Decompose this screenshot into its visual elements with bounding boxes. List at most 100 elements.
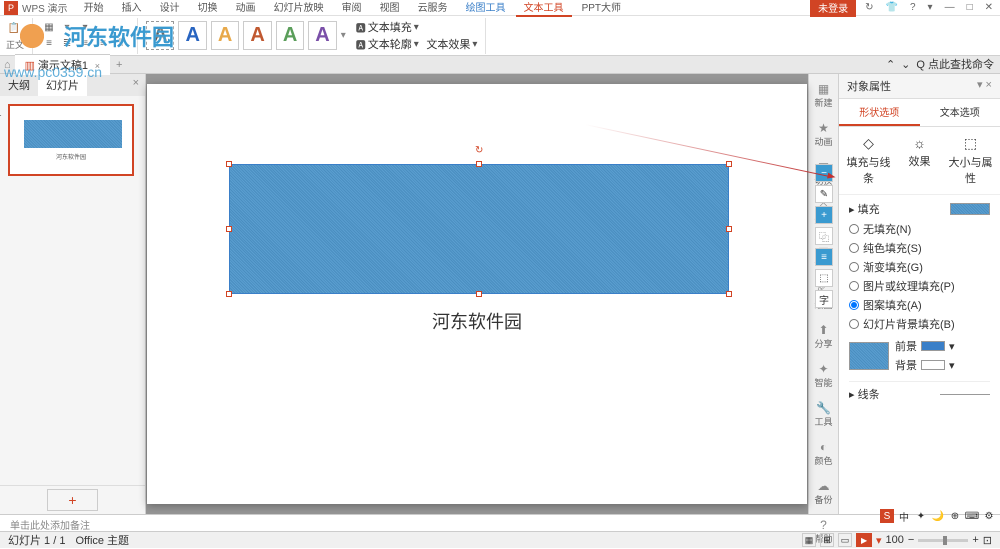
slideshow-button[interactable]: ▶ <box>856 533 872 547</box>
prop-tab-shape[interactable]: 形状选项 <box>839 99 920 126</box>
menu-start[interactable]: 开始 <box>76 0 112 17</box>
menu-insert[interactable]: 插入 <box>114 0 150 17</box>
menu-drawing[interactable]: 绘图工具 <box>458 0 514 17</box>
strip-share[interactable]: ⬆分享 <box>814 319 832 354</box>
help-icon[interactable]: ? <box>907 2 919 13</box>
tray-ime-icon[interactable]: S <box>880 509 894 523</box>
tab-close-icon[interactable]: × <box>95 61 100 71</box>
collapse-icon[interactable]: ⌃ <box>886 58 895 71</box>
doc-tab[interactable]: ▥ 演示文稿1 × <box>15 54 110 75</box>
text-preset-2[interactable]: A <box>178 21 206 50</box>
strip-new[interactable]: ▦新建 <box>814 78 832 113</box>
home-icon[interactable]: ⌂ <box>4 59 11 71</box>
line-section-label[interactable]: ▸ 线条 <box>849 386 880 402</box>
text-preset-4[interactable]: A <box>243 21 271 50</box>
outline-tab[interactable]: 大纲 <box>0 74 38 96</box>
menu-text-tools[interactable]: 文本工具 <box>516 0 572 17</box>
zoom-in-icon[interactable]: + <box>972 534 978 546</box>
close-icon[interactable]: ✕ <box>982 2 996 13</box>
fill-swatch[interactable] <box>950 203 990 215</box>
view-normal-icon[interactable]: ▦ <box>802 533 816 547</box>
strip-color[interactable]: ◐颜色 <box>814 436 832 471</box>
handle-bm[interactable] <box>476 291 482 297</box>
tray-1[interactable]: ✦ <box>914 509 928 523</box>
sync-icon[interactable]: ↻ <box>862 2 876 13</box>
line-preview[interactable] <box>940 394 990 395</box>
radio-gradient[interactable]: 渐变填充(G) <box>849 259 990 275</box>
skin-icon[interactable]: 👕 <box>883 2 901 13</box>
tray-lang-icon[interactable]: 中 <box>897 509 911 523</box>
handle-tm[interactable] <box>476 161 482 167</box>
radio-picture[interactable]: 图片或纹理填充(P) <box>849 278 990 294</box>
subtab-size[interactable]: ⬚大小与属性 <box>947 135 994 186</box>
slide-text[interactable]: 河东软件园 <box>147 308 807 334</box>
float-copy-icon[interactable]: ⿻ <box>815 227 833 245</box>
tray-5[interactable]: ⚙ <box>982 509 996 523</box>
prop-tab-text[interactable]: 文本选项 <box>920 99 1000 126</box>
strip-backup[interactable]: ☁备份 <box>814 475 832 510</box>
slides-tab[interactable]: 幻灯片 <box>38 74 87 96</box>
radio-solid[interactable]: 纯色填充(S) <box>849 240 990 256</box>
prop-close-icon[interactable]: ▾ × <box>977 78 992 94</box>
zoom-out-icon[interactable]: − <box>908 534 914 546</box>
expand-icon[interactable]: ⌄ <box>901 58 910 71</box>
search-input[interactable]: Q 点此查找命令 <box>916 56 994 72</box>
text-fill-button[interactable]: 🅰 文本填充 ▾ <box>356 19 478 35</box>
handle-tr[interactable] <box>726 161 732 167</box>
menu-animation[interactable]: 动画 <box>228 0 264 17</box>
rotate-handle[interactable]: ↻ <box>475 145 483 153</box>
strip-smart[interactable]: ✦智能 <box>814 358 832 393</box>
menu-design[interactable]: 设计 <box>152 0 188 17</box>
tray-4[interactable]: ⌨ <box>965 509 979 523</box>
menu-view[interactable]: 视图 <box>372 0 408 17</box>
tab-add-icon[interactable]: + <box>110 57 128 73</box>
radio-slidebg[interactable]: 幻灯片背景填充(B) <box>849 316 990 332</box>
bg-color-picker[interactable] <box>921 360 945 370</box>
menu-ppt-master[interactable]: PPT大师 <box>574 0 629 17</box>
menu-review[interactable]: 审阅 <box>334 0 370 17</box>
subtab-effect[interactable]: ☼效果 <box>896 135 943 186</box>
slide-canvas[interactable]: ↻ 河东软件园 − ✎ + ⿻ ≡ ⬚ 字 <box>147 84 807 504</box>
fill-section-label[interactable]: ▸ 填充 <box>849 201 880 217</box>
float-plus-icon[interactable]: + <box>815 206 833 224</box>
text-preset-6[interactable]: A <box>308 21 336 50</box>
strip-tools[interactable]: 🔧工具 <box>814 397 832 432</box>
text-outline-button[interactable]: 🅰 文本轮廓 ▾ 文本效果 ▾ <box>356 36 478 52</box>
menu-slideshow[interactable]: 幻灯片放映 <box>266 0 332 17</box>
login-button[interactable]: 未登录 <box>810 0 856 17</box>
handle-mr[interactable] <box>726 226 732 232</box>
selected-shape[interactable]: ↻ <box>229 164 729 294</box>
handle-ml[interactable] <box>226 226 232 232</box>
view-reading-icon[interactable]: ▭ <box>838 533 852 547</box>
canvas-area[interactable]: ↻ 河东软件园 − ✎ + ⿻ ≡ ⬚ 字 <box>146 74 808 514</box>
float-stack-icon[interactable]: ⬚ <box>815 269 833 287</box>
fit-icon[interactable]: ⊡ <box>983 534 992 547</box>
slide-thumbnail-1[interactable]: 1 河东软件园 <box>8 104 134 176</box>
text-preset-1[interactable]: A <box>146 21 174 50</box>
handle-tl[interactable] <box>226 161 232 167</box>
text-preset-3[interactable]: A <box>211 21 239 50</box>
strip-anim[interactable]: ★动画 <box>814 117 832 152</box>
zoom-slider[interactable] <box>918 539 968 542</box>
view-sorter-icon[interactable]: ⊞ <box>820 533 834 547</box>
text-preset-5[interactable]: A <box>276 21 304 50</box>
radio-nofill[interactable]: 无填充(N) <box>849 221 990 237</box>
float-edit-icon[interactable]: ✎ <box>815 185 833 203</box>
pattern-preview[interactable] <box>849 342 889 370</box>
tray-2[interactable]: 🌙 <box>931 509 945 523</box>
handle-br[interactable] <box>726 291 732 297</box>
handle-bl[interactable] <box>226 291 232 297</box>
add-slide-button[interactable]: + <box>0 485 145 514</box>
fg-color-picker[interactable] <box>921 341 945 351</box>
radio-pattern[interactable]: 图案填充(A) <box>849 297 990 313</box>
dropdown-icon[interactable]: ▾ <box>925 2 936 13</box>
float-layer-icon[interactable]: ≡ <box>815 248 833 266</box>
notes-area[interactable]: 单击此处添加备注 <box>0 514 1000 531</box>
panel-close-icon[interactable]: × <box>127 74 145 96</box>
tray-3[interactable]: ⊕ <box>948 509 962 523</box>
minimize-icon[interactable]: — <box>942 2 958 13</box>
maximize-icon[interactable]: □ <box>964 2 976 13</box>
menu-transition[interactable]: 切换 <box>190 0 226 17</box>
menu-cloud[interactable]: 云服务 <box>410 0 456 17</box>
paste-icon[interactable]: 📋 <box>6 21 22 37</box>
